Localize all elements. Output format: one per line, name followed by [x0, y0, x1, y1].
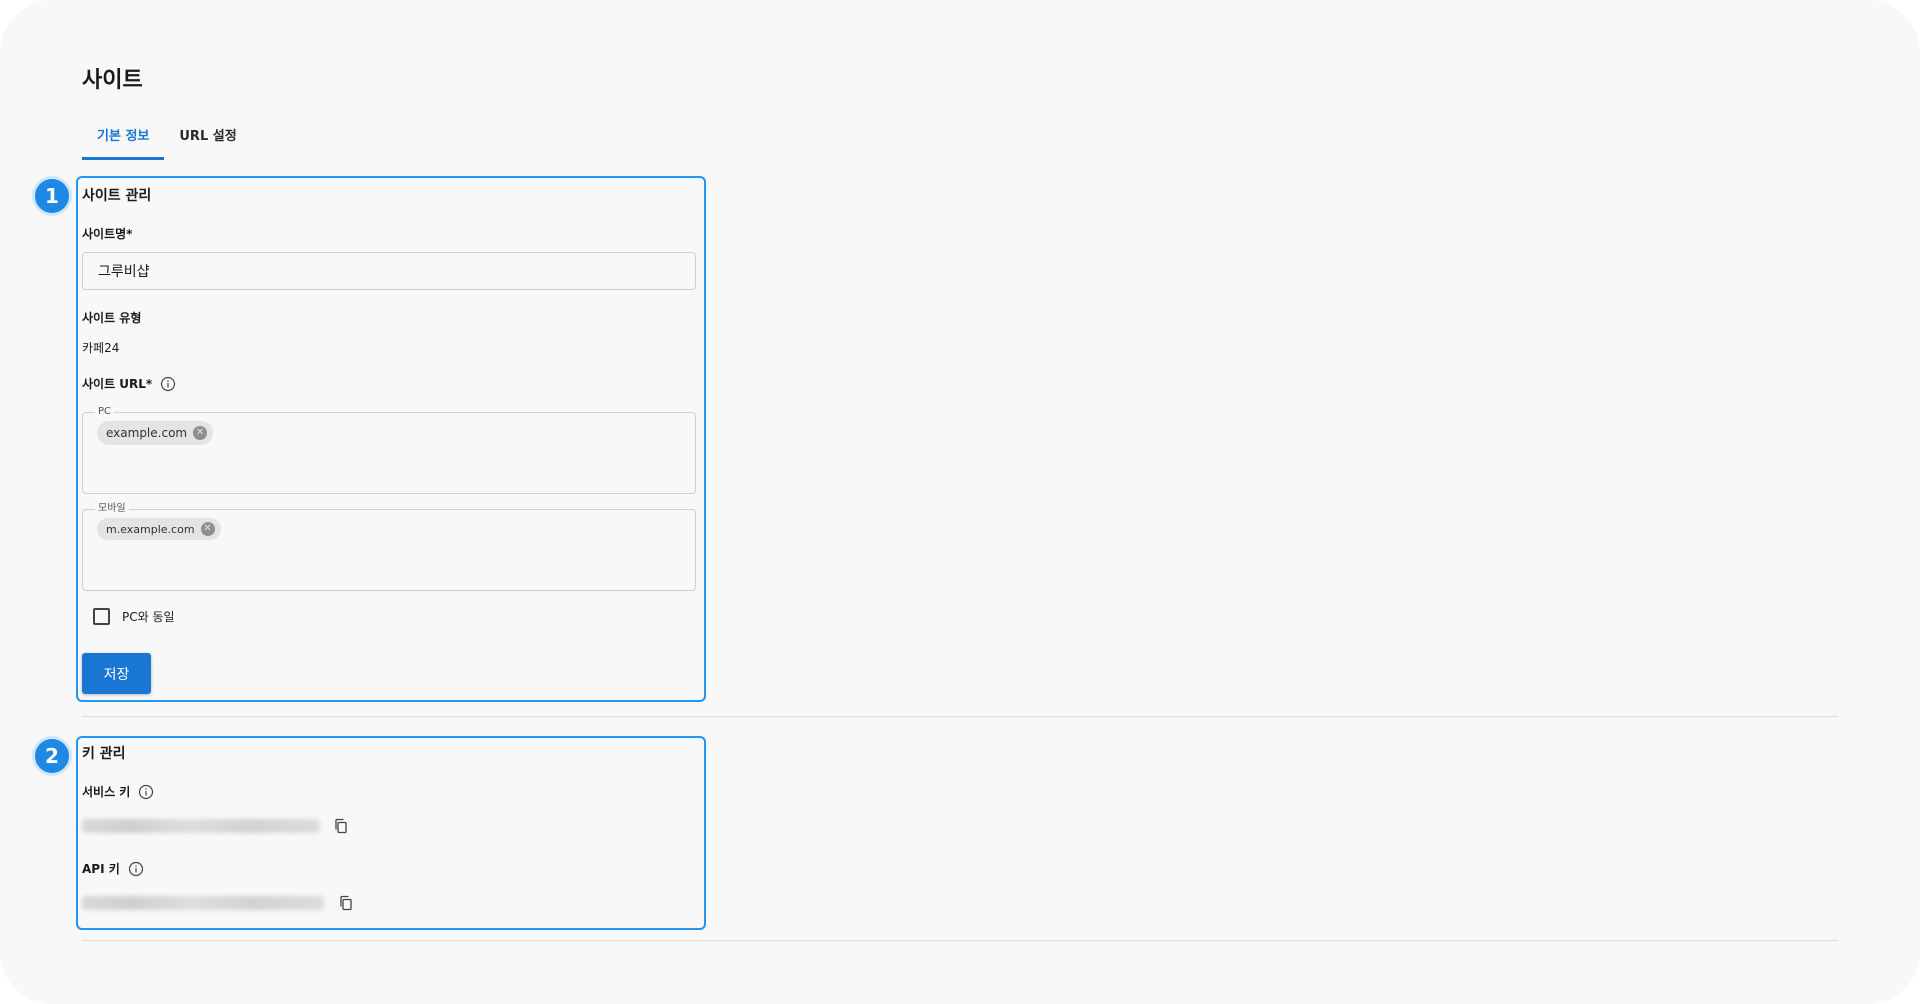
url-chip: example.com ✕: [97, 421, 214, 445]
site-name-label: 사이트명*: [82, 225, 132, 242]
copy-icon[interactable]: [333, 818, 349, 834]
section-divider: [82, 716, 1838, 717]
service-key-label-text: 서비스 키: [82, 785, 131, 799]
same-as-pc-checkbox[interactable]: [93, 608, 110, 625]
service-key-label: 서비스 키: [82, 783, 154, 800]
api-key-value-masked: [82, 896, 324, 910]
info-icon[interactable]: [128, 861, 144, 877]
service-key-value-masked: [82, 819, 320, 833]
mobile-url-legend: 모바일: [95, 502, 129, 516]
step-marker-2: 2: [32, 736, 72, 776]
content-panel: 사이트 기본 정보 URL 설정 1 사이트 관리 사이트명* 사이트 유형 카…: [0, 0, 1920, 1004]
step-marker-1: 1: [32, 176, 72, 216]
site-url-label-text: 사이트 URL*: [82, 377, 153, 391]
tab-basic-info[interactable]: 기본 정보: [82, 120, 165, 160]
site-name-label-text: 사이트명*: [82, 227, 133, 241]
site-name-input[interactable]: [82, 252, 696, 290]
tab-url-settings[interactable]: URL 설정: [164, 120, 251, 157]
remove-chip-icon[interactable]: ✕: [193, 426, 208, 440]
mobile-url-field[interactable]: 모바일 m.example.com ✕: [82, 502, 696, 591]
pc-url-field[interactable]: PC example.com ✕: [82, 405, 696, 494]
info-icon[interactable]: [160, 376, 176, 392]
tab-bar: 기본 정보 URL 설정: [82, 120, 252, 160]
site-management-title: 사이트 관리: [82, 188, 152, 204]
info-icon[interactable]: [138, 784, 154, 800]
api-key-label-text: API 키: [82, 862, 120, 876]
site-type-value: 카페24: [82, 341, 120, 355]
page-title: 사이트: [82, 68, 143, 93]
api-key-label: API 키: [82, 860, 144, 877]
key-management-title: 키 관리: [82, 746, 126, 762]
url-chip-text: example.com: [106, 426, 188, 440]
url-chip: m.example.com ✕: [97, 518, 221, 540]
site-url-label: 사이트 URL*: [82, 375, 176, 392]
site-type-label: 사이트 유형: [82, 309, 141, 326]
section-divider: [82, 940, 1838, 941]
same-as-pc-checkbox-row[interactable]: PC와 동일: [93, 608, 175, 625]
remove-chip-icon[interactable]: ✕: [200, 522, 215, 536]
site-type-label-text: 사이트 유형: [82, 311, 142, 325]
same-as-pc-label: PC와 동일: [122, 610, 175, 624]
url-chip-text: m.example.com: [106, 522, 195, 536]
save-button[interactable]: 저장: [82, 653, 151, 694]
pc-url-legend: PC: [95, 405, 115, 419]
copy-icon[interactable]: [338, 895, 354, 911]
